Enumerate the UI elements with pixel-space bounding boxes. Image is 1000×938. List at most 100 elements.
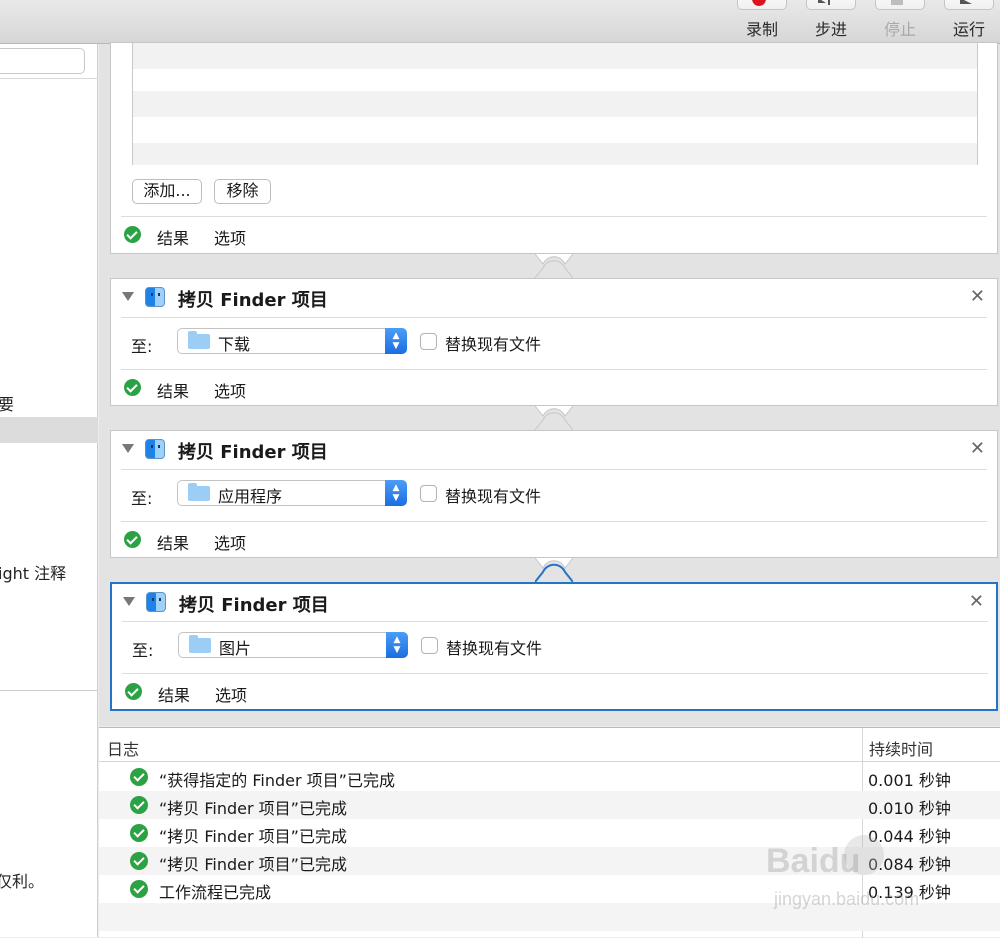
popup-arrows-icon: ▲ ▼ [386,632,408,658]
finder-icon [145,439,165,459]
log-row[interactable]: 工作流程已完成 0.139 秒钟 [99,875,1000,903]
connector-icon [535,254,573,278]
success-check-icon [130,768,148,786]
destination-value: 下载 [218,335,251,354]
connector-icon [535,558,573,582]
card-footer: 结果 选项 [112,674,996,710]
action-card-get-items: 添加... 移除 结果 选项 [110,42,998,254]
step-icon [818,0,826,3]
duration-column-header[interactable]: 持续时间 [869,736,933,760]
replace-label[interactable]: 替换现有文件 [445,483,541,507]
library-item-fragment[interactable]: 要 [0,391,14,415]
destination-value: 图片 [219,639,252,658]
run-button[interactable]: 运行 [940,0,998,44]
replace-checkbox[interactable] [421,637,438,654]
log-duration: 0.139 秒钟 [868,883,951,902]
results-tab[interactable]: 结果 [157,530,189,554]
log-row[interactable]: “拷贝 Finder 项目”已完成 0.084 秒钟 [99,847,1000,875]
action-title: 拷贝 Finder 项目 [178,442,328,463]
log-duration: 0.010 秒钟 [868,799,951,818]
library-divider [0,78,98,79]
action-title-bar: 拷贝 Finder 项目 ✕ [111,431,997,469]
replace-checkbox[interactable] [420,485,437,502]
results-check-icon [125,683,142,700]
log-row[interactable]: “获得指定的 Finder 项目”已完成 0.001 秒钟 [99,763,1000,791]
step-icon-bar [828,0,830,5]
action-title-bar: 拷贝 Finder 项目 ✕ [112,584,996,622]
log-column-header[interactable]: 日志 [107,736,139,760]
remove-button[interactable]: 移除 [214,179,271,204]
success-check-icon [130,824,148,842]
destination-popup[interactable]: 应用程序 ▲ ▼ [177,480,407,506]
run-icon [960,0,972,4]
options-tab[interactable]: 选项 [215,682,247,706]
library-panel: 要 ight 注释 仅利。 [0,44,98,937]
to-label: 至: [132,641,154,660]
results-tab[interactable]: 结果 [157,378,189,402]
record-button[interactable]: 录制 [733,0,791,44]
applications-folder-icon [188,483,210,501]
log-row[interactable]: “拷贝 Finder 项目”已完成 0.044 秒钟 [99,819,1000,847]
add-button[interactable]: 添加... [132,179,202,204]
results-check-icon [124,226,141,243]
replace-label[interactable]: 替换现有文件 [445,331,541,355]
results-check-icon [124,531,141,548]
success-check-icon [130,796,148,814]
popup-arrows-icon: ▲ ▼ [385,328,407,354]
list-row [133,143,977,165]
disclosure-triangle-icon[interactable] [123,597,135,606]
library-item-fragment[interactable]: ight 注释 [0,560,66,584]
step-button[interactable]: 步进 [802,0,860,44]
library-search-input[interactable] [0,48,85,74]
library-description-divider [0,690,98,691]
log-row[interactable]: “拷贝 Finder 项目”已完成 0.010 秒钟 [99,791,1000,819]
results-check-icon [124,379,141,396]
options-tab[interactable]: 选项 [214,378,246,402]
log-message: “拷贝 Finder 项目”已完成 [159,855,347,874]
run-label: 运行 [952,20,985,39]
destination-row: 至: 应用程序 ▲ ▼ 替换现有文件 [111,473,997,513]
card-footer: 结果 选项 [111,522,997,558]
log-message: “获得指定的 Finder 项目”已完成 [159,771,395,790]
destination-popup[interactable]: 图片 ▲ ▼ [178,632,408,658]
log-header: 日志 持续时间 [99,728,1000,762]
pictures-folder-icon [189,635,211,653]
results-tab[interactable]: 结果 [158,682,190,706]
action-title-bar: 拷贝 Finder 项目 ✕ [111,279,997,317]
destination-value: 应用程序 [218,487,283,506]
card-footer: 结果 选项 [111,217,997,253]
disclosure-triangle-icon[interactable] [122,444,134,453]
close-icon[interactable]: ✕ [970,286,985,307]
replace-checkbox[interactable] [420,333,437,350]
destination-row: 至: 下载 ▲ ▼ 替换现有文件 [111,321,997,361]
record-label: 录制 [745,20,778,39]
replace-label[interactable]: 替换现有文件 [446,635,542,659]
options-tab[interactable]: 选项 [214,225,246,249]
finder-icon [145,287,165,307]
success-check-icon [130,852,148,870]
card-divider [121,469,987,470]
log-message: “拷贝 Finder 项目”已完成 [159,799,347,818]
log-message: “拷贝 Finder 项目”已完成 [159,827,347,846]
workflow-area: 添加... 移除 结果 选项 拷贝 Finder 项目 ✕ 至: 下载 ▲▼ [99,42,1000,726]
log-duration: 0.001 秒钟 [868,771,951,790]
options-tab[interactable]: 选项 [214,530,246,554]
close-icon[interactable]: ✕ [969,591,984,612]
disclosure-triangle-icon[interactable] [122,292,134,301]
card-divider [121,317,987,318]
items-list[interactable] [132,43,978,165]
to-label: 至: [131,489,153,508]
destination-row: 至: 图片 ▲ ▼ 替换现有文件 [112,625,996,665]
toolbar: 录制 步进 停止 运行 [0,0,1000,44]
destination-popup[interactable]: 下载 ▲ ▼ [177,328,407,354]
finder-icon [146,592,166,612]
log-row-empty [99,903,1000,931]
stop-label: 停止 [883,20,916,39]
library-description-fragment: 仅利。 [0,872,45,891]
success-check-icon [130,880,148,898]
close-icon[interactable]: ✕ [970,438,985,459]
library-item-selected[interactable] [0,417,98,443]
step-label: 步进 [814,20,847,39]
results-tab[interactable]: 结果 [157,225,189,249]
stop-button[interactable]: 停止 [871,0,929,44]
